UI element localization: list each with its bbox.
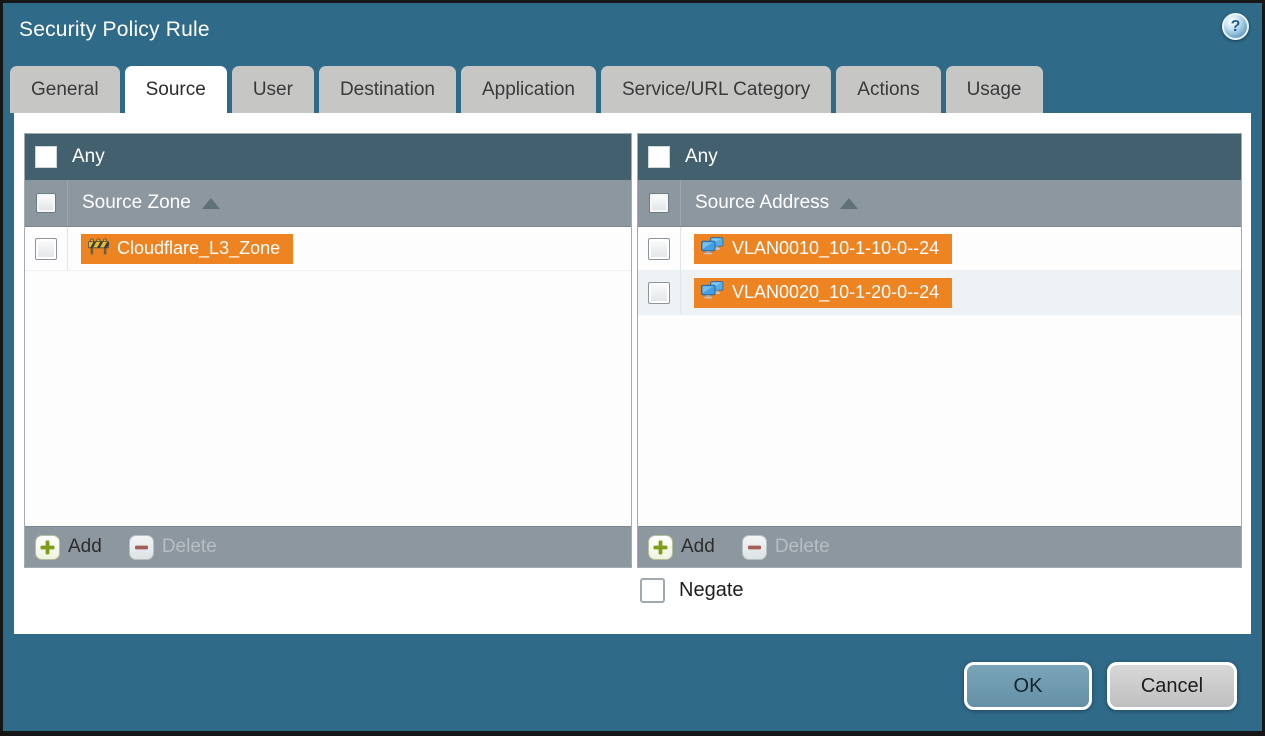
source-zone-row[interactable]: Cloudflare_L3_Zone bbox=[25, 227, 631, 271]
source-address-column-text: Source Address bbox=[695, 192, 830, 213]
row-checkbox-cell bbox=[638, 271, 681, 314]
source-zone-any-row: Any bbox=[25, 134, 631, 180]
dialog-footer: OK Cancel bbox=[3, 634, 1262, 710]
source-address-row-checkbox[interactable] bbox=[648, 237, 670, 260]
negate-row: Negate bbox=[640, 578, 1242, 603]
source-address-item-chip[interactable]: VLAN0020_10-1-20-0--24 bbox=[694, 277, 953, 308]
security-policy-rule-dialog: Security Policy Rule ? General Source Us… bbox=[0, 0, 1265, 736]
source-zone-any-checkbox[interactable] bbox=[35, 146, 57, 168]
add-button-label: Add bbox=[681, 536, 715, 557]
source-zone-item-chip[interactable]: Cloudflare_L3_Zone bbox=[81, 233, 294, 264]
address-icon bbox=[701, 281, 724, 304]
tab-service-url-category[interactable]: Service/URL Category bbox=[600, 66, 832, 113]
dialog-title: Security Policy Rule bbox=[19, 18, 210, 41]
sort-ascending-icon[interactable] bbox=[201, 197, 220, 209]
add-plus-icon bbox=[648, 534, 673, 560]
source-zone-column-header: Source Zone bbox=[25, 180, 631, 227]
source-zone-select-all-cell bbox=[25, 180, 68, 226]
source-zone-row-checkbox[interactable] bbox=[35, 237, 57, 260]
source-address-column-header: Source Address bbox=[638, 180, 1241, 227]
dialog-titlebar: Security Policy Rule ? bbox=[3, 3, 1262, 66]
source-address-row[interactable]: VLAN0020_10-1-20-0--24 bbox=[638, 271, 1241, 315]
source-address-delete-button[interactable]: Delete bbox=[741, 534, 830, 560]
delete-minus-icon bbox=[741, 534, 767, 560]
source-zone-delete-button[interactable]: Delete bbox=[128, 534, 217, 560]
tab-general[interactable]: General bbox=[10, 66, 120, 113]
source-zone-select-all-checkbox[interactable] bbox=[36, 193, 56, 213]
source-address-row-checkbox[interactable] bbox=[648, 281, 670, 304]
negate-label: Negate bbox=[679, 579, 744, 601]
source-address-list: VLAN0010_10-1-10-0--24 VLAN0020_10-1-20-… bbox=[638, 227, 1241, 526]
source-address-any-checkbox[interactable] bbox=[648, 146, 670, 168]
source-address-row[interactable]: VLAN0010_10-1-10-0--24 bbox=[638, 227, 1241, 271]
source-address-any-label: Any bbox=[685, 146, 718, 167]
ok-button[interactable]: OK bbox=[964, 662, 1092, 710]
cancel-button[interactable]: Cancel bbox=[1107, 662, 1237, 710]
source-zone-panel: Any Source Zone Cloudflare_L3_Zone Add D… bbox=[24, 133, 632, 568]
row-checkbox-cell bbox=[638, 227, 681, 270]
source-zone-item-label: Cloudflare_L3_Zone bbox=[117, 238, 281, 258]
delete-minus-icon bbox=[128, 534, 154, 560]
tab-bar: General Source User Destination Applicat… bbox=[3, 66, 1262, 113]
zone-icon bbox=[88, 238, 110, 260]
add-button-label: Add bbox=[68, 536, 102, 557]
source-zone-column-text: Source Zone bbox=[82, 192, 191, 213]
source-address-item-label: VLAN0010_10-1-10-0--24 bbox=[732, 238, 940, 258]
source-address-item-chip[interactable]: VLAN0010_10-1-10-0--24 bbox=[694, 233, 953, 264]
source-zone-column-label[interactable]: Source Zone bbox=[82, 192, 220, 214]
source-address-select-all-checkbox[interactable] bbox=[649, 193, 669, 213]
source-address-select-all-cell bbox=[638, 180, 681, 226]
source-address-add-button[interactable]: Add bbox=[648, 534, 715, 560]
source-address-column-label[interactable]: Source Address bbox=[695, 192, 859, 214]
source-address-panel: Any Source Address VLAN0010_10-1-10-0--2… bbox=[637, 133, 1242, 568]
source-zone-any-label: Any bbox=[72, 146, 105, 167]
source-address-any-row: Any bbox=[638, 134, 1241, 180]
tab-usage[interactable]: Usage bbox=[945, 66, 1043, 113]
panels-container: Any Source Zone Cloudflare_L3_Zone Add D… bbox=[24, 133, 1242, 568]
source-address-item-label: VLAN0020_10-1-20-0--24 bbox=[732, 282, 940, 302]
delete-button-label: Delete bbox=[161, 536, 217, 557]
source-zone-footer: Add Delete bbox=[25, 526, 631, 567]
row-checkbox-cell bbox=[25, 227, 68, 270]
address-icon bbox=[701, 237, 724, 260]
source-zone-list: Cloudflare_L3_Zone bbox=[25, 227, 631, 526]
sort-ascending-icon[interactable] bbox=[840, 197, 859, 209]
negate-checkbox[interactable] bbox=[640, 578, 665, 603]
help-icon[interactable]: ? bbox=[1222, 13, 1249, 40]
tab-destination[interactable]: Destination bbox=[318, 66, 456, 113]
add-plus-icon bbox=[35, 534, 60, 560]
tab-source[interactable]: Source bbox=[124, 66, 227, 113]
source-tab-content: Any Source Zone Cloudflare_L3_Zone Add D… bbox=[14, 113, 1251, 634]
tab-user[interactable]: User bbox=[231, 66, 314, 113]
tab-application[interactable]: Application bbox=[461, 66, 596, 113]
source-zone-add-button[interactable]: Add bbox=[35, 534, 102, 560]
tab-actions[interactable]: Actions bbox=[836, 66, 941, 113]
delete-button-label: Delete bbox=[774, 536, 830, 557]
source-address-footer: Add Delete bbox=[638, 526, 1241, 567]
